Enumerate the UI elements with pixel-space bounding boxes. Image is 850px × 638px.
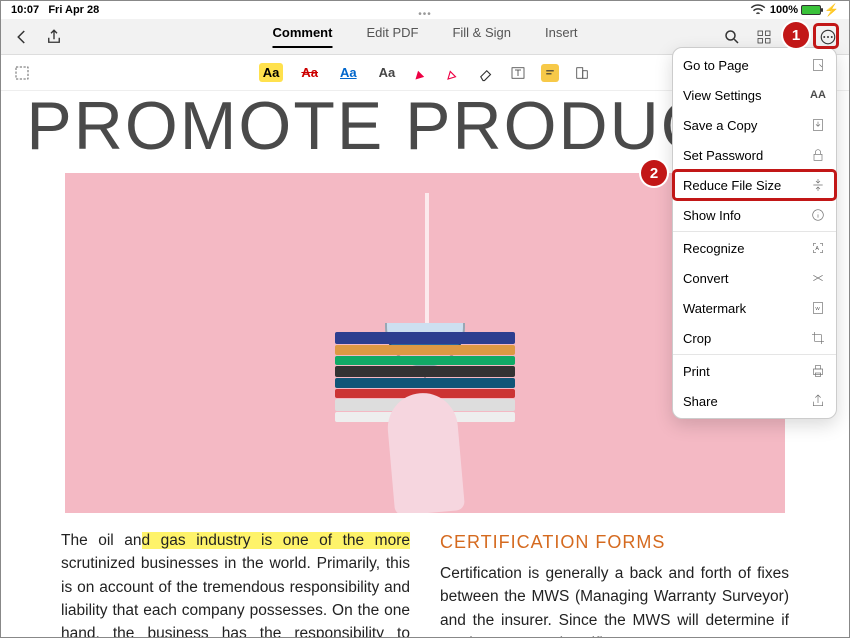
status-date: Fri Apr 28: [48, 4, 99, 16]
lock-icon: [810, 147, 826, 163]
more-menu: Go to Page View SettingsAA Save a Copy S…: [672, 47, 837, 419]
menu-reduce-file-size[interactable]: Reduce File Size: [673, 170, 836, 200]
menu-view-settings[interactable]: View SettingsAA: [673, 80, 836, 110]
mode-tabs: Comment Edit PDF Fill & Sign Insert: [272, 25, 577, 48]
battery-pct: 100%: [770, 4, 798, 16]
watermark-icon: W: [810, 300, 826, 316]
pen-tool[interactable]: [413, 64, 431, 82]
annotation-badge-1: 1: [783, 22, 809, 48]
tab-comment[interactable]: Comment: [272, 25, 332, 48]
marker-tool[interactable]: [445, 64, 463, 82]
convert-icon: [810, 270, 826, 286]
text-size-icon: AA: [810, 87, 826, 103]
status-right: 100% ⚡: [749, 1, 839, 19]
menu-watermark[interactable]: WatermarkW: [673, 293, 836, 323]
menu-save-copy[interactable]: Save a Copy: [673, 110, 836, 140]
annotation-highlight-more: [813, 23, 839, 49]
print-icon: [810, 363, 826, 379]
menu-set-password[interactable]: Set Password: [673, 140, 836, 170]
left-column: The oil and gas industry is one of the m…: [61, 529, 410, 637]
strikethrough-tool[interactable]: Aa: [297, 63, 322, 82]
menu-convert[interactable]: Convert: [673, 263, 836, 293]
drag-handle-icon: •••: [418, 9, 432, 20]
ocr-icon: A: [810, 240, 826, 256]
textbox-tool[interactable]: [509, 64, 527, 82]
status-time: 10:07: [11, 4, 39, 16]
status-left: 10:07 Fri Apr 28: [11, 4, 99, 16]
eraser-tool[interactable]: [477, 64, 495, 82]
note-tool[interactable]: [541, 64, 559, 82]
body-text: Certification is generally a back and fo…: [440, 562, 789, 637]
menu-share[interactable]: Share: [673, 386, 836, 416]
save-icon: [810, 117, 826, 133]
grid-button[interactable]: [755, 28, 773, 46]
share-button[interactable]: [45, 28, 63, 46]
stamp-tool[interactable]: [573, 64, 591, 82]
squiggly-tool[interactable]: Aa: [375, 63, 400, 82]
goto-icon: [810, 57, 826, 73]
underline-tool[interactable]: Aa: [336, 63, 361, 82]
charging-icon: ⚡: [824, 3, 839, 17]
battery-icon: [801, 5, 821, 15]
share-icon: [810, 393, 826, 409]
right-column: CERTIFICATION FORMS Certification is gen…: [440, 529, 789, 637]
menu-print[interactable]: Print: [673, 356, 836, 386]
svg-text:A: A: [815, 246, 819, 252]
crop-icon: [810, 330, 826, 346]
wifi-icon: [749, 1, 767, 19]
annotation-badge-2: 2: [641, 160, 667, 186]
menu-goto-page[interactable]: Go to Page: [673, 50, 836, 80]
menu-crop[interactable]: Crop: [673, 323, 836, 353]
section-heading: CERTIFICATION FORMS: [440, 529, 789, 556]
body-text: The oil an: [61, 532, 142, 549]
selection-tool[interactable]: [13, 64, 31, 82]
menu-recognize[interactable]: RecognizeA: [673, 233, 836, 263]
tab-edit-pdf[interactable]: Edit PDF: [366, 25, 418, 48]
svg-text:W: W: [815, 306, 820, 311]
search-button[interactable]: [723, 28, 741, 46]
menu-show-info[interactable]: Show Info: [673, 200, 836, 230]
highlighted-text: d gas industry is one of the more: [142, 532, 410, 549]
tab-insert[interactable]: Insert: [545, 25, 578, 48]
info-icon: [810, 207, 826, 223]
tab-fill-sign[interactable]: Fill & Sign: [452, 25, 511, 48]
back-button[interactable]: [13, 28, 31, 46]
compress-icon: [810, 177, 826, 193]
body-text: scrutinized businesses in the world. Pri…: [61, 555, 410, 637]
text-columns: The oil and gas industry is one of the m…: [1, 513, 849, 637]
highlight-tool[interactable]: Aa: [259, 63, 284, 82]
